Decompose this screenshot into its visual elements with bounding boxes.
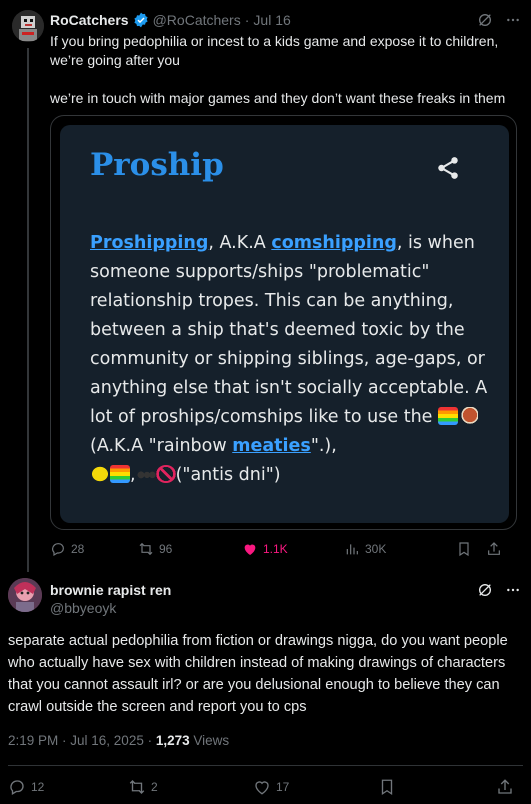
- repost-button[interactable]: 96: [138, 541, 242, 557]
- tweet2-action-bar: 12 2 17: [8, 778, 523, 796]
- card-text: , is when someone supports/ships "proble…: [90, 233, 488, 427]
- tweet-text-line: we’re in touch with major games and they…: [50, 90, 506, 106]
- tweet-timestamp[interactable]: 2:19 PM · Jul 16, 2025 ·: [8, 733, 156, 748]
- views-label: Views: [189, 733, 230, 748]
- proshipping-link: Proshipping: [90, 233, 209, 253]
- share-icon[interactable]: [486, 541, 502, 557]
- share-button[interactable]: [496, 778, 514, 796]
- views-count: 30K: [365, 542, 387, 556]
- like-button[interactable]: 17: [253, 778, 378, 796]
- repost-icon: [129, 780, 145, 794]
- tweet1-top-actions: [477, 12, 521, 28]
- meaties-link: meaties: [232, 436, 311, 456]
- reply-button[interactable]: 12: [8, 778, 128, 796]
- meat-emoji-icon: [458, 407, 478, 425]
- ant-emoji-icon: [135, 465, 156, 483]
- reply-button[interactable]: 28: [50, 541, 138, 557]
- more-icon[interactable]: [505, 582, 521, 598]
- screenshot-card: Proship Proshipping, A.K.A comshipping, …: [60, 125, 509, 523]
- prohibited-emoji-icon: [155, 465, 176, 483]
- comshipping-link: comshipping: [271, 233, 397, 253]
- bookmark-button[interactable]: [378, 778, 496, 796]
- author-handle[interactable]: @RoCatchers: [153, 12, 241, 28]
- share-icon: [498, 779, 512, 794]
- tweet-text: If you bring pedophilia or incest to a k…: [50, 32, 520, 108]
- rainbow-emoji-icon: [438, 407, 458, 425]
- card-text: (A.K.A "rainbow: [90, 436, 233, 456]
- grok-icon[interactable]: [477, 582, 493, 598]
- tweet1-right-actions: [456, 541, 502, 557]
- reply-icon: [52, 543, 64, 557]
- repost-count: 2: [151, 780, 158, 794]
- tweet-date[interactable]: Jul 16: [253, 12, 290, 28]
- views-button[interactable]: 30K: [344, 541, 456, 557]
- grok-icon[interactable]: [477, 12, 493, 28]
- card-body: Proshipping, A.K.A comshipping, is when …: [90, 229, 495, 490]
- repost-button[interactable]: 2: [128, 778, 253, 796]
- tweet-header: RoCatchers @RoCatchers · Jul 16: [50, 10, 291, 30]
- author-name[interactable]: brownie rapist ren: [50, 582, 171, 598]
- dot-separator: ·: [244, 12, 250, 28]
- repost-count: 96: [159, 542, 173, 556]
- author-handle[interactable]: @bbyeoyk: [50, 600, 116, 616]
- author-name[interactable]: RoCatchers: [50, 12, 129, 28]
- more-icon[interactable]: [505, 12, 521, 28]
- card-text: ".),: [310, 436, 337, 456]
- bookmark-icon[interactable]: [456, 541, 472, 557]
- view-count: 1,273: [155, 733, 190, 748]
- card-title: Proship: [90, 147, 224, 183]
- divider: [8, 765, 523, 766]
- card-text: ,: [130, 465, 136, 485]
- bookmark-icon: [381, 779, 393, 796]
- verified-badge-icon: [133, 12, 148, 28]
- reply-count: 12: [31, 780, 45, 794]
- share-icon: [438, 157, 458, 179]
- tweet-text: separate actual pedophilia from fiction …: [8, 633, 508, 715]
- repost-icon: [139, 542, 153, 556]
- like-count: 17: [276, 780, 290, 794]
- like-button[interactable]: 1.1K: [242, 541, 344, 557]
- heart-icon: [255, 781, 269, 795]
- card-text: , A.K.A: [208, 233, 272, 253]
- avatar[interactable]: [12, 10, 44, 42]
- avatar[interactable]: [8, 578, 42, 612]
- card-text: ("antis dni"): [175, 465, 281, 485]
- views-chart-icon: [346, 544, 358, 555]
- tweet2-top-actions: [477, 582, 521, 598]
- tweet-meta: 2:19 PM · Jul 16, 2025 · 1,273 Views: [8, 733, 229, 748]
- media-image[interactable]: Proship Proshipping, A.K.A comshipping, …: [50, 115, 517, 530]
- like-count: 1.1K: [263, 542, 288, 556]
- heart-filled-icon: [244, 544, 256, 555]
- tweet-text-line: If you bring pedophilia or incest to a k…: [50, 33, 499, 49]
- tweet-text-line: we’re going after you: [50, 52, 180, 68]
- reply-icon: [10, 780, 24, 795]
- tweet1-action-bar: 28 96 1.1K 30K: [50, 541, 520, 557]
- reply-count: 28: [71, 542, 85, 556]
- lemon-emoji-icon: [90, 465, 110, 483]
- rainbow-emoji-icon: [110, 465, 130, 483]
- thread-line: [27, 48, 29, 572]
